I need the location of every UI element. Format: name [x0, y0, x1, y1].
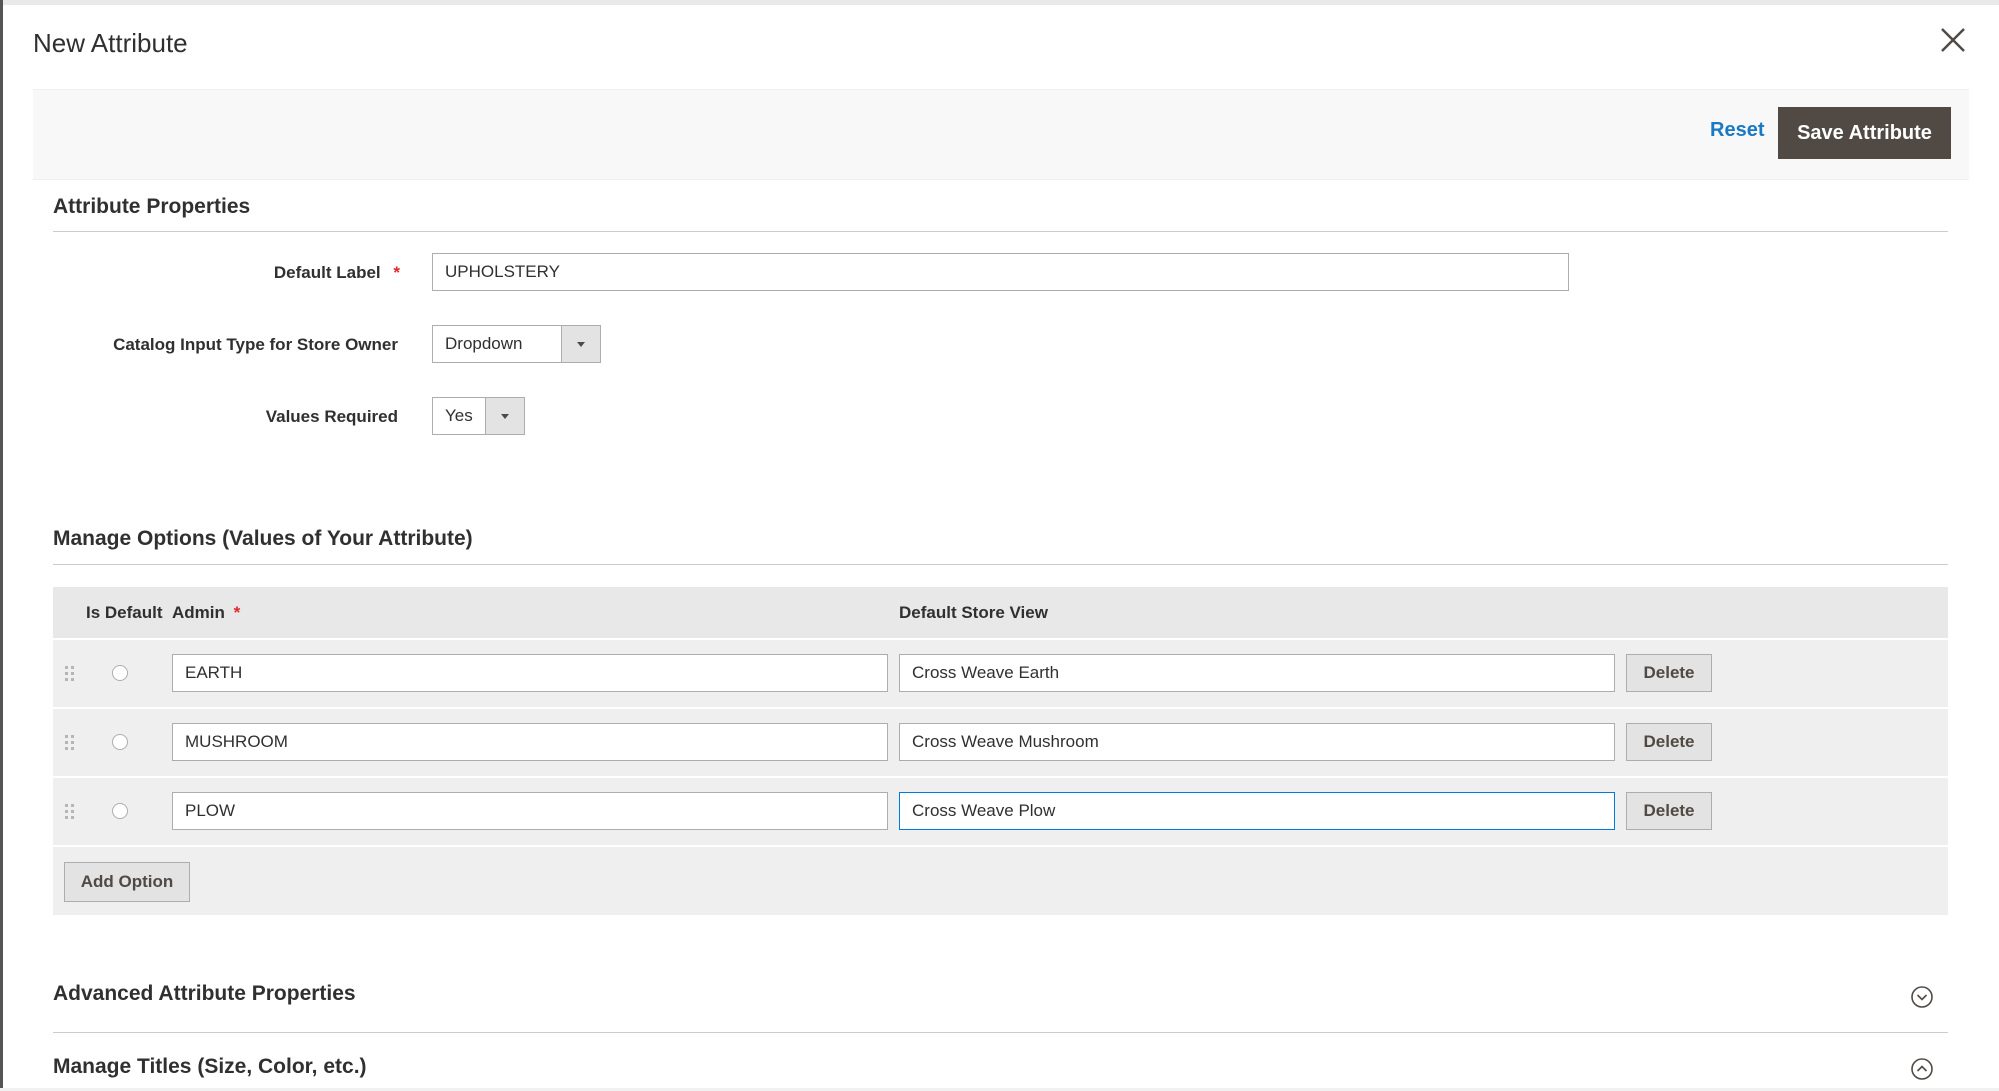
- section-divider: [53, 564, 1948, 565]
- is-default-radio[interactable]: [112, 803, 128, 819]
- row-divider: [53, 845, 1948, 847]
- option-store-view-input[interactable]: [899, 654, 1615, 692]
- required-mark: *: [393, 263, 400, 282]
- default-label-label: Default Label *: [273, 263, 400, 282]
- option-admin-input[interactable]: [172, 723, 888, 761]
- chevron-up-circle-icon: [1911, 1058, 1933, 1080]
- col-head-admin: Admin *: [172, 603, 241, 622]
- catalog-input-type-value: Dropdown: [445, 334, 523, 353]
- manage-titles-toggle[interactable]: Manage Titles (Size, Color, etc.): [53, 1055, 1948, 1085]
- section-divider: [53, 231, 1948, 232]
- values-required-select[interactable]: Yes: [432, 397, 525, 435]
- page-left-edge: [0, 0, 3, 1091]
- drag-handle-icon[interactable]: [64, 803, 76, 821]
- close-button[interactable]: [1937, 24, 1969, 56]
- add-option-button[interactable]: Add Option: [64, 862, 190, 902]
- dropdown-arrow-icon: [561, 326, 600, 362]
- delete-option-button[interactable]: Delete: [1626, 723, 1712, 761]
- manage-options-title: Manage Options (Values of Your Attribute…: [53, 527, 473, 550]
- col-head-is-default: Is Default: [86, 603, 163, 622]
- drag-handle-icon[interactable]: [64, 734, 76, 752]
- row-divider: [53, 776, 1948, 778]
- option-admin-input[interactable]: [172, 654, 888, 692]
- save-attribute-button[interactable]: Save Attribute: [1778, 107, 1951, 159]
- is-default-radio[interactable]: [112, 665, 128, 681]
- catalog-input-type-label: Catalog Input Type for Store Owner: [113, 335, 398, 354]
- delete-option-button[interactable]: Delete: [1626, 654, 1712, 692]
- option-store-view-input[interactable]: [899, 723, 1615, 761]
- col-head-store-view: Default Store View: [899, 603, 1048, 622]
- drag-handle-icon[interactable]: [64, 665, 76, 683]
- page-top-edge: [0, 0, 1999, 5]
- catalog-input-type-select[interactable]: Dropdown: [432, 325, 601, 363]
- chevron-down-circle-icon: [1911, 986, 1933, 1008]
- is-default-radio[interactable]: [112, 734, 128, 750]
- default-label-input[interactable]: [432, 253, 1569, 291]
- advanced-attribute-properties-title: Advanced Attribute Properties: [53, 982, 356, 1005]
- option-admin-input[interactable]: [172, 792, 888, 830]
- delete-option-button[interactable]: Delete: [1626, 792, 1712, 830]
- values-required-value: Yes: [445, 406, 473, 425]
- section-divider: [53, 1032, 1948, 1033]
- attribute-properties-title: Attribute Properties: [53, 195, 251, 218]
- dropdown-arrow-icon: [485, 398, 524, 434]
- modal-title: New Attribute: [33, 28, 188, 58]
- values-required-label: Values Required: [265, 407, 398, 426]
- row-divider: [53, 707, 1948, 709]
- reset-button[interactable]: Reset: [1710, 119, 1764, 142]
- manage-titles-title: Manage Titles (Size, Color, etc.): [53, 1055, 367, 1078]
- option-store-view-input[interactable]: [899, 792, 1615, 830]
- row-divider: [53, 638, 1948, 640]
- page-actions-bar: [33, 89, 1969, 180]
- required-mark: *: [233, 603, 241, 622]
- advanced-attribute-properties-toggle[interactable]: Advanced Attribute Properties: [53, 982, 1948, 1032]
- close-icon: [1941, 28, 1965, 52]
